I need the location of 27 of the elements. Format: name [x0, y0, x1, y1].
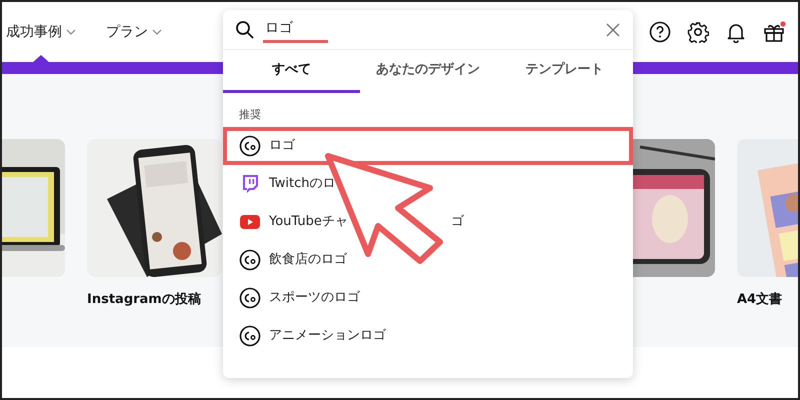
- search-icon: [235, 20, 255, 40]
- caret-icon: [66, 29, 76, 35]
- tab[interactable]: あなたのデザイン: [360, 50, 496, 92]
- close-icon[interactable]: [605, 22, 621, 38]
- card-title: Instagramの投稿: [87, 290, 202, 309]
- logo-icon: [239, 287, 261, 309]
- nav-link[interactable]: 成功事例: [6, 22, 76, 42]
- settings-icon[interactable]: [687, 21, 709, 43]
- help-icon[interactable]: [649, 21, 671, 43]
- card-title: A4文書: [737, 290, 784, 309]
- suggestion-item[interactable]: アニメーションロゴ: [223, 317, 633, 355]
- tab[interactable]: テンプレート: [496, 50, 633, 92]
- logo-icon: [239, 135, 261, 157]
- suggestion-item[interactable]: ロゴ: [223, 127, 633, 165]
- suggestion-text: ゴ: [450, 213, 464, 232]
- tab[interactable]: すべて: [223, 50, 360, 92]
- search-field[interactable]: ロゴ: [263, 16, 328, 42]
- suggestion-item[interactable]: YouTubeチャ ゴ: [223, 203, 633, 241]
- bell-icon[interactable]: [725, 21, 747, 43]
- suggestion-item[interactable]: 飲食店のロゴ: [223, 241, 633, 279]
- caret-icon: [152, 29, 162, 35]
- suggestion-item[interactable]: スポーツのロゴ: [223, 279, 633, 317]
- gift-icon[interactable]: [763, 21, 786, 43]
- logo-icon: [239, 325, 261, 347]
- nav-link[interactable]: プラン: [106, 22, 162, 42]
- section-title: 推奨: [238, 106, 262, 122]
- logo-icon: [239, 249, 261, 271]
